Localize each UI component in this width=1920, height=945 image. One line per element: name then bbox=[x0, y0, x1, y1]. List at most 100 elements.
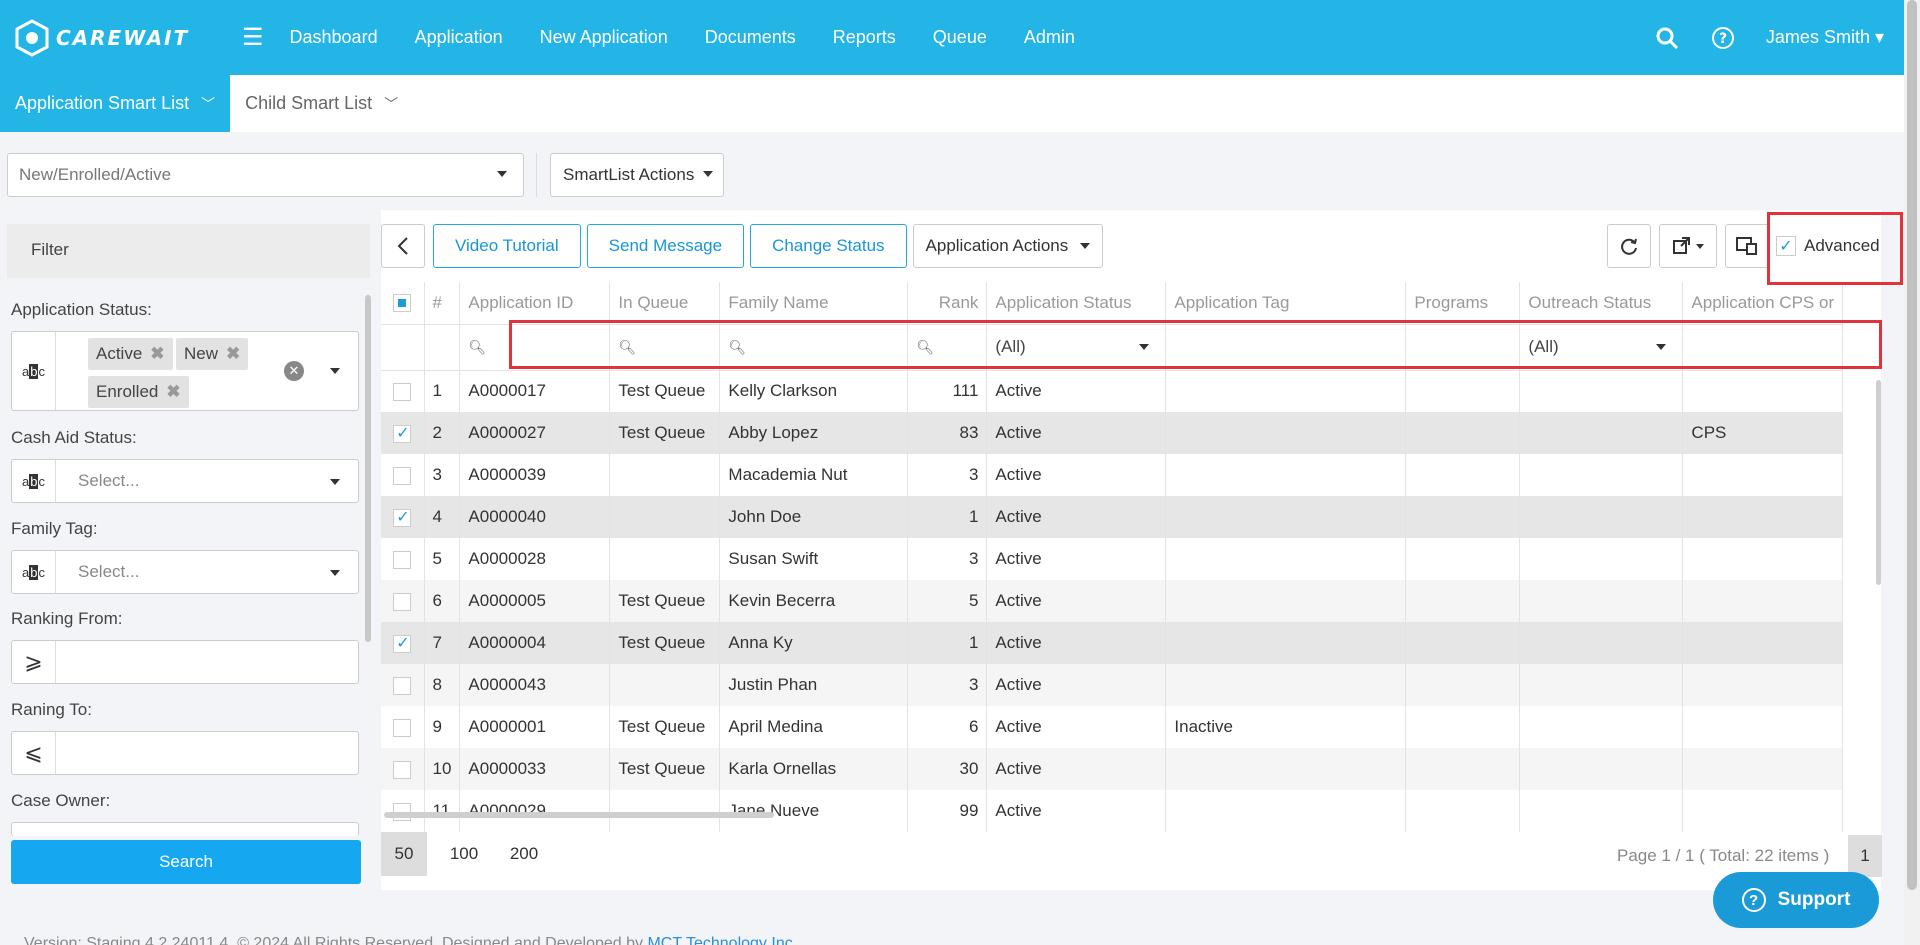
change-status-button[interactable]: Change Status bbox=[750, 224, 907, 268]
checkbox[interactable] bbox=[393, 507, 412, 527]
page-size-200[interactable]: 200 bbox=[501, 832, 547, 876]
tag-new[interactable]: New ✖ bbox=[176, 338, 249, 370]
smart-list-preset-select[interactable]: New/Enrolled/Active bbox=[7, 153, 524, 197]
user-menu[interactable]: James Smith ▾ bbox=[1766, 27, 1884, 48]
search-button[interactable]: Search bbox=[11, 840, 361, 884]
tab-child-smart-list[interactable]: Child Smart List ﹀ bbox=[230, 75, 413, 132]
checkbox[interactable] bbox=[393, 592, 412, 611]
application-status-select[interactable]: abc Active ✖ New ✖ Enrolled ✖ ✕ bbox=[11, 331, 359, 411]
application-id-link[interactable]: A0000028 bbox=[459, 538, 611, 580]
send-message-button[interactable]: Send Message bbox=[586, 224, 745, 268]
nav-queue[interactable]: Queue bbox=[933, 27, 987, 48]
filter-scrollbar[interactable] bbox=[365, 295, 371, 642]
video-tutorial-button[interactable]: Video Tutorial bbox=[433, 224, 581, 268]
col-application-tag[interactable]: Application Tag bbox=[1165, 282, 1407, 325]
checkbox[interactable] bbox=[393, 294, 412, 313]
ranking-to-input[interactable]: ⩽ bbox=[11, 731, 359, 775]
table-row[interactable]: 6 A0000005 Test Queue Kevin Becerra 5 Active bbox=[381, 580, 1844, 622]
col-application-status[interactable]: Application Status bbox=[986, 282, 1167, 325]
row-checkbox[interactable] bbox=[381, 412, 425, 454]
clear-icon[interactable]: ✕ bbox=[284, 361, 304, 381]
application-id-link[interactable]: A0000040 bbox=[459, 496, 611, 538]
remove-tag-icon[interactable]: ✖ bbox=[166, 382, 180, 401]
checkbox[interactable] bbox=[393, 760, 412, 779]
checkbox[interactable] bbox=[393, 718, 412, 737]
col-family-name[interactable]: Family Name bbox=[719, 282, 909, 325]
col-application-id[interactable]: Application ID bbox=[459, 282, 611, 325]
application-id-link[interactable]: A0000029 bbox=[459, 790, 611, 832]
row-checkbox[interactable] bbox=[381, 790, 425, 832]
select-all-checkbox[interactable] bbox=[381, 282, 425, 325]
table-row[interactable]: 4A0000040 John Doe1Active bbox=[381, 496, 1844, 538]
tag-enrolled[interactable]: Enrolled ✖ bbox=[88, 376, 189, 408]
menu-icon[interactable]: ☰ bbox=[242, 23, 264, 52]
help-icon[interactable]: ? bbox=[1710, 25, 1736, 51]
nav-application[interactable]: Application bbox=[415, 27, 503, 48]
row-checkbox[interactable] bbox=[381, 622, 425, 664]
page-size-50[interactable]: 50 bbox=[381, 832, 427, 876]
col-rank[interactable]: Rank bbox=[907, 282, 988, 325]
row-checkbox[interactable] bbox=[381, 664, 425, 706]
column-chooser-button[interactable] bbox=[1725, 224, 1769, 268]
table-row[interactable]: 11 A0000029 Jane Nueve 99 Active bbox=[381, 790, 1844, 832]
col-application-cps[interactable]: Application CPS or bbox=[1682, 282, 1844, 325]
col-number[interactable]: # bbox=[424, 282, 461, 325]
grid-vertical-scrollbar[interactable] bbox=[1876, 380, 1881, 585]
table-row[interactable]: 1 A0000017 Test Queue Kelly Clarkson 111 Acti… bbox=[381, 370, 1844, 412]
support-button[interactable]: ? Support bbox=[1713, 872, 1879, 928]
application-id-link[interactable]: A0000039 bbox=[459, 454, 611, 496]
table-row[interactable]: 3 A0000039 Macademia Nut 3 Active bbox=[381, 454, 1844, 496]
row-checkbox[interactable] bbox=[381, 496, 425, 538]
footer-link[interactable]: MCT Technology Inc. bbox=[647, 935, 797, 945]
nav-new-application[interactable]: New Application bbox=[540, 27, 668, 48]
page-scrollbar[interactable] bbox=[1904, 0, 1920, 945]
nav-admin[interactable]: Admin bbox=[1024, 27, 1075, 48]
table-row[interactable]: 8 A0000043 Justin Phan 3 Active bbox=[381, 664, 1844, 706]
checkbox[interactable] bbox=[393, 382, 412, 401]
case-owner-select[interactable] bbox=[11, 822, 359, 836]
col-programs[interactable]: Programs bbox=[1405, 282, 1521, 325]
collapse-filter-button[interactable] bbox=[381, 224, 425, 268]
row-checkbox[interactable] bbox=[381, 538, 425, 580]
nav-reports[interactable]: Reports bbox=[833, 27, 896, 48]
checkbox[interactable] bbox=[393, 423, 412, 443]
refresh-button[interactable] bbox=[1607, 224, 1651, 268]
advanced-toggle[interactable]: ✓ Advanced bbox=[1776, 236, 1880, 256]
application-id-link[interactable]: A0000027 bbox=[459, 412, 611, 454]
remove-tag-icon[interactable]: ✖ bbox=[226, 344, 240, 363]
application-id-link[interactable]: A0000001 bbox=[459, 706, 611, 748]
application-id-link[interactable]: A0000043 bbox=[459, 664, 611, 706]
nav-dashboard[interactable]: Dashboard bbox=[290, 27, 378, 48]
application-id-link[interactable]: A0000004 bbox=[459, 622, 611, 664]
row-checkbox[interactable] bbox=[381, 454, 425, 496]
checkbox[interactable] bbox=[393, 550, 412, 569]
row-checkbox[interactable] bbox=[381, 580, 425, 622]
table-row[interactable]: 9 A0000001 Test Queue April Medina 6 Active In… bbox=[381, 706, 1844, 748]
table-row[interactable]: 7A0000004Test QueueAnna Ky1Active bbox=[381, 622, 1844, 664]
cash-aid-status-select[interactable]: abc Select... bbox=[11, 459, 359, 503]
search-icon[interactable] bbox=[1654, 25, 1680, 51]
col-in-queue[interactable]: In Queue bbox=[609, 282, 721, 325]
page-button[interactable]: 1 bbox=[1848, 835, 1882, 877]
tab-application-smart-list[interactable]: Application Smart List ﹀ bbox=[0, 75, 231, 132]
page-size-100[interactable]: 100 bbox=[441, 832, 487, 876]
smartlist-actions-dropdown[interactable]: SmartList Actions bbox=[550, 153, 724, 197]
checkbox[interactable] bbox=[393, 633, 412, 653]
checkbox[interactable] bbox=[393, 676, 412, 695]
page-scrollbar-thumb[interactable] bbox=[1907, 0, 1917, 890]
row-checkbox[interactable] bbox=[381, 748, 425, 790]
table-row[interactable]: 2A0000027Test QueueAbby Lopez83Active CPS bbox=[381, 412, 1844, 454]
grid-horizontal-scrollbar[interactable] bbox=[384, 812, 774, 818]
application-id-link[interactable]: A0000005 bbox=[459, 580, 611, 622]
tag-active[interactable]: Active ✖ bbox=[88, 338, 173, 370]
checkbox[interactable] bbox=[393, 466, 412, 485]
ranking-from-input[interactable]: ⩾ bbox=[11, 640, 359, 684]
nav-documents[interactable]: Documents bbox=[705, 27, 796, 48]
table-row[interactable]: 10 A0000033 Test Queue Karla Ornellas 30 Acti… bbox=[381, 748, 1844, 790]
application-id-link[interactable]: A0000033 bbox=[459, 748, 611, 790]
col-outreach-status[interactable]: Outreach Status bbox=[1519, 282, 1684, 325]
row-checkbox[interactable] bbox=[381, 706, 425, 748]
application-id-link[interactable]: A0000017 bbox=[459, 370, 611, 412]
checkmark-icon[interactable]: ✓ bbox=[1776, 236, 1796, 256]
carewait-logo[interactable]: CAREWAIT bbox=[12, 18, 230, 58]
